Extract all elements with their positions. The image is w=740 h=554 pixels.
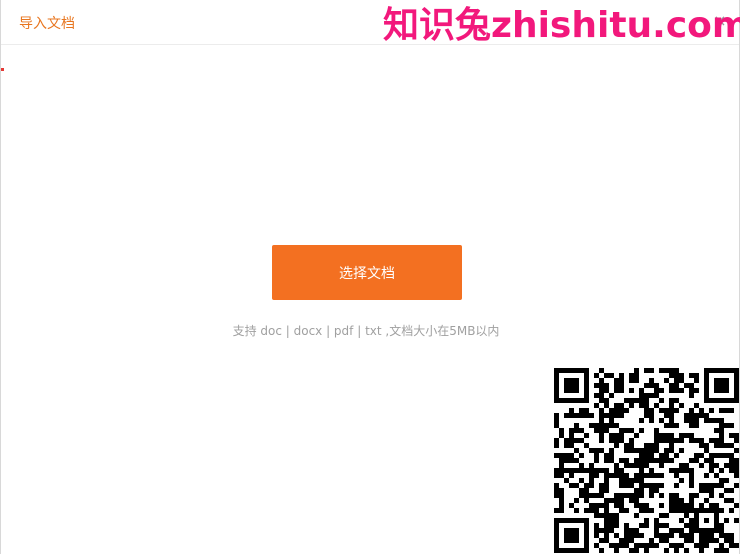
select-document-button[interactable]: 选择文档 — [272, 245, 462, 300]
qr-code-icon — [554, 368, 739, 553]
watermark-text: 知识兔zhishitu.com — [383, 5, 740, 46]
supported-formats-hint: 支持 doc | docx | pdf | txt ,文档大小在5MB以内 — [232, 324, 500, 338]
import-document-dialog: 导入文档 × 知识兔zhishitu.com 选择文档 支持 doc | doc… — [0, 0, 740, 554]
dialog-title: 导入文档 — [19, 16, 75, 32]
edge-marker — [1, 68, 4, 71]
